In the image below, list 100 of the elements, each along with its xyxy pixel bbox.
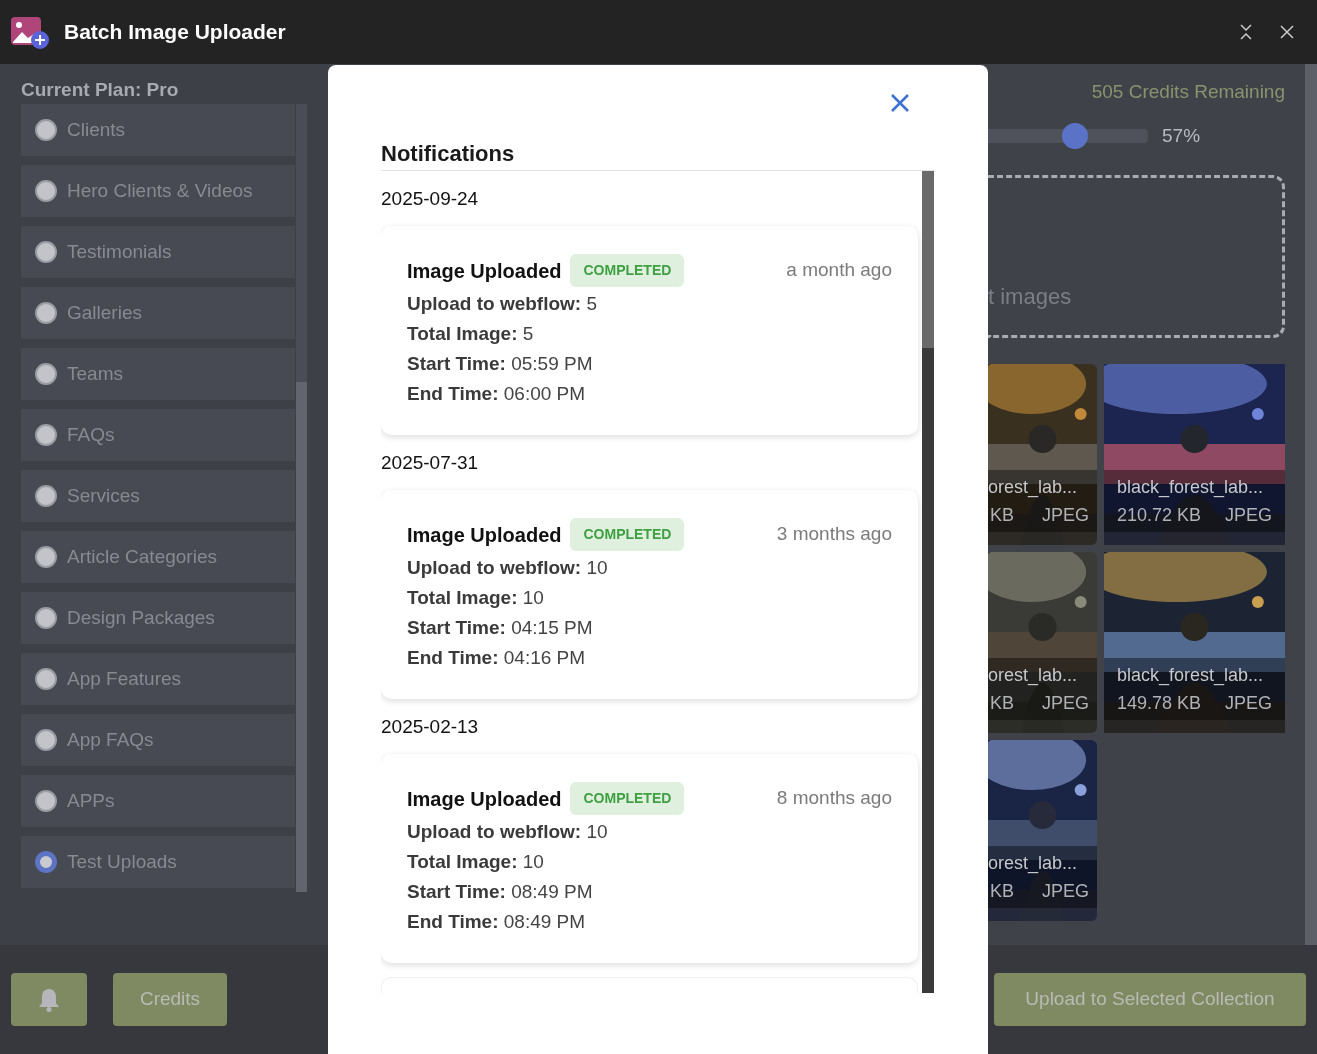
file-size: KB — [990, 880, 1014, 902]
collection-item[interactable]: App Features — [21, 653, 295, 705]
scrollbar-thumb[interactable] — [922, 171, 934, 348]
radio-button[interactable] — [35, 546, 57, 568]
radio-button[interactable] — [35, 241, 57, 263]
radio-button[interactable] — [35, 180, 57, 202]
collection-label: Design Packages — [67, 605, 215, 630]
file-type: JPEG — [1042, 880, 1089, 902]
slider-thumb[interactable] — [1061, 122, 1088, 149]
detail-line: End Time: 08:49 PM — [407, 910, 587, 934]
collection-item[interactable]: Clients — [21, 104, 295, 156]
detail-line: Upload to webflow: 10 — [407, 820, 609, 844]
scrollbar-thumb[interactable] — [296, 382, 307, 892]
radio-button[interactable] — [35, 607, 57, 629]
notification-title: Image Uploaded — [407, 258, 562, 284]
collection-item[interactable]: Testimonials — [21, 226, 295, 278]
radio-button[interactable] — [35, 485, 57, 507]
file-name: black_forest_lab... — [1117, 476, 1265, 498]
file-type: JPEG — [1042, 692, 1089, 714]
image-card[interactable]: black_forest_lab... 149.78 KB JPEG — [1104, 552, 1285, 733]
drop-zone-text: t images — [988, 283, 1072, 311]
image-card[interactable]: black_forest_lab... 210.72 KB JPEG — [1104, 364, 1285, 545]
collection-item[interactable]: Test Uploads — [21, 836, 295, 888]
collapse-icon[interactable] — [1239, 24, 1253, 40]
modal-title: Notifications — [381, 140, 516, 168]
bell-icon — [37, 986, 61, 1013]
radio-button[interactable] — [35, 790, 57, 812]
scrollbar[interactable] — [1305, 64, 1317, 945]
status-badge: COMPLETED — [570, 518, 685, 551]
detail-line: Total Image: 10 — [407, 850, 545, 874]
radio-button[interactable] — [35, 729, 57, 751]
collection-item[interactable]: Services — [21, 470, 295, 522]
file-type: JPEG — [1225, 504, 1272, 526]
app-logo-icon — [10, 14, 50, 50]
radio-button[interactable] — [35, 363, 57, 385]
file-type: JPEG — [1225, 692, 1272, 714]
radio-button[interactable] — [35, 851, 57, 873]
collection-label: Article Categories — [67, 544, 217, 569]
slider-value: 57% — [1162, 123, 1201, 148]
collection-item[interactable]: Hero Clients & Videos — [21, 165, 295, 217]
file-size: KB — [990, 504, 1014, 526]
detail-line: Upload to webflow: 5 — [407, 292, 598, 316]
file-size: KB — [990, 692, 1014, 714]
relative-time: 3 months ago — [776, 522, 892, 547]
detail-line: Total Image: 5 — [407, 322, 535, 346]
collection-item[interactable]: FAQs — [21, 409, 295, 461]
detail-line: Start Time: 05:59 PM — [407, 352, 594, 376]
detail-line: Start Time: 04:15 PM — [407, 616, 594, 640]
credits-button[interactable]: Credits — [113, 973, 227, 1026]
file-name: orest_lab... — [988, 852, 1079, 874]
collection-label: APPs — [67, 788, 115, 813]
notification-title: Image Uploaded — [407, 522, 562, 548]
image-card[interactable]: orest_lab... KB JPEG — [988, 740, 1097, 921]
radio-button[interactable] — [35, 119, 57, 141]
collection-item[interactable]: Design Packages — [21, 592, 295, 644]
upload-button[interactable]: Upload to Selected Collection — [994, 973, 1306, 1026]
radio-button[interactable] — [35, 302, 57, 324]
file-name: orest_lab... — [988, 476, 1079, 498]
status-badge: COMPLETED — [570, 782, 685, 815]
detail-line: End Time: 06:00 PM — [407, 382, 587, 406]
collection-label: Teams — [67, 361, 123, 386]
date-heading: 2025-09-24 — [381, 187, 480, 211]
relative-time: 8 months ago — [776, 786, 892, 811]
detail-line: Upload to webflow: 10 — [407, 556, 609, 580]
date-heading: 2025-02-13 — [381, 715, 480, 739]
notification-title: Image Uploaded — [407, 786, 562, 812]
file-type: JPEG — [1042, 504, 1089, 526]
status-badge: COMPLETED — [570, 254, 685, 287]
file-name: orest_lab... — [988, 664, 1079, 686]
plan-label: Current Plan: Pro — [21, 78, 180, 102]
collection-label: Test Uploads — [67, 849, 177, 874]
collection-label: Hero Clients & Videos — [67, 178, 253, 203]
detail-line: Start Time: 08:49 PM — [407, 880, 594, 904]
close-icon[interactable] — [1279, 24, 1295, 40]
collection-label: Testimonials — [67, 239, 172, 264]
relative-time: a month ago — [786, 258, 892, 283]
collection-item[interactable]: App FAQs — [21, 714, 295, 766]
radio-button[interactable] — [35, 668, 57, 690]
image-card[interactable]: orest_lab... KB JPEG — [988, 364, 1097, 545]
window-title: Batch Image Uploader — [64, 19, 286, 46]
file-name: black_forest_lab... — [1117, 664, 1265, 686]
collection-item[interactable]: Teams — [21, 348, 295, 400]
collection-item[interactable]: Article Categories — [21, 531, 295, 583]
detail-line: Total Image: 10 — [407, 586, 545, 610]
collection-label: FAQs — [67, 422, 115, 447]
close-icon[interactable] — [890, 93, 910, 113]
collection-label: App Features — [67, 666, 182, 691]
collection-label: Clients — [67, 117, 126, 142]
radio-button[interactable] — [35, 424, 57, 446]
image-card[interactable]: orest_lab... KB JPEG — [988, 552, 1097, 733]
credits-remaining-text: 505 Credits Remaining — [1091, 80, 1285, 104]
file-size: 149.78 KB — [1117, 692, 1202, 714]
detail-line: End Time: 04:16 PM — [407, 646, 587, 670]
collection-label: App FAQs — [67, 727, 154, 752]
collection-label: Galleries — [67, 300, 142, 325]
file-size: 210.72 KB — [1117, 504, 1202, 526]
date-heading: 2025-07-31 — [381, 451, 480, 475]
collection-label: Services — [67, 483, 140, 508]
collection-item[interactable]: APPs — [21, 775, 295, 827]
collection-item[interactable]: Galleries — [21, 287, 295, 339]
